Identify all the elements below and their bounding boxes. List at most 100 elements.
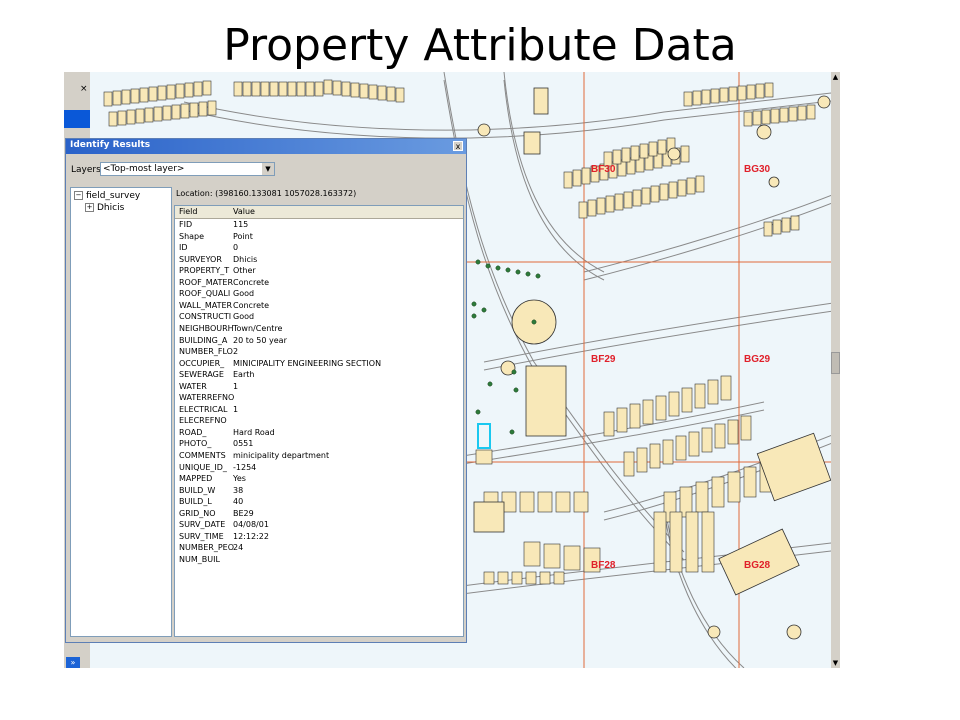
table-row[interactable]: OCCUPIER_ MINICIPALITY ENGINEERING SECTIO… — [175, 359, 463, 371]
field-value: 12:12:22 — [233, 531, 269, 541]
table-row[interactable]: ROOF_QUALI Good — [175, 289, 463, 301]
building — [642, 399, 654, 425]
building — [686, 177, 696, 195]
vertical-scrollbar[interactable]: ▲ ▼ — [831, 72, 840, 668]
close-icon[interactable]: × — [80, 84, 88, 94]
building — [543, 543, 561, 569]
table-row[interactable]: ROOF_MATER Concrete — [175, 278, 463, 290]
survey-point — [481, 307, 487, 313]
field-value: Good — [233, 312, 255, 322]
table-row[interactable]: NEIGHBOURH Town/Centre — [175, 324, 463, 336]
field-name: FID — [179, 220, 193, 229]
building — [680, 145, 690, 163]
field-name: NUMBER_FLO — [179, 347, 233, 357]
field-name: SEWERAGE — [179, 370, 224, 380]
building — [260, 81, 270, 97]
dialog-close-button[interactable]: x — [453, 141, 463, 151]
table-row[interactable]: ROAD_ Hard Road — [175, 428, 463, 440]
table-row[interactable]: WATER 1 — [175, 382, 463, 394]
expand-arrow-icon[interactable]: » — [66, 657, 80, 668]
field-name: PHOTO_ — [179, 439, 212, 449]
table-row[interactable]: ELECTRICAL 1 — [175, 405, 463, 417]
round-feature — [756, 124, 772, 140]
survey-point — [475, 409, 481, 415]
table-row[interactable]: NUMBER_FLO 2 — [175, 347, 463, 359]
tree-item-dhicis[interactable]: + Dhicis — [85, 203, 124, 213]
table-row[interactable]: SURV_DATE 04/08/01 — [175, 520, 463, 532]
building — [233, 81, 243, 97]
table-row[interactable]: WATERREFNO — [175, 393, 463, 405]
building — [681, 387, 693, 413]
table-row[interactable]: BUILDING_A 20 to 50 year — [175, 336, 463, 348]
building — [144, 107, 154, 123]
building — [587, 199, 597, 217]
building — [701, 427, 713, 453]
table-row[interactable]: SURV_TIME 12:12:22 — [175, 532, 463, 544]
layers-dropdown-value: <Top-most layer> — [103, 164, 185, 174]
building — [764, 82, 774, 98]
table-row[interactable]: WALL_MATER Concrete — [175, 301, 463, 313]
attribute-table-header: Field Value — [175, 206, 463, 219]
column-header-field[interactable]: Field — [179, 207, 197, 216]
round-feature — [477, 123, 491, 137]
field-value: minicipality department — [233, 451, 330, 460]
building — [743, 466, 757, 498]
building — [740, 415, 752, 441]
building — [779, 107, 789, 123]
table-row[interactable]: GRID_NO BE29 — [175, 509, 463, 521]
attribute-table: Field Value FID 115 Shape Point ID 0 SURVEYOR D… — [174, 205, 464, 637]
field-name: BUILD_W — [179, 485, 216, 495]
building — [781, 217, 791, 233]
field-name: MAPPED — [179, 474, 213, 484]
scroll-up-arrow-icon[interactable]: ▲ — [831, 72, 840, 82]
building — [377, 85, 387, 101]
table-row[interactable]: COMMENTS minicipality department — [175, 451, 463, 463]
table-row[interactable]: CONSTRUCTI Good — [175, 312, 463, 324]
building — [511, 571, 523, 585]
building — [727, 419, 739, 445]
building — [662, 439, 674, 465]
survey-point — [511, 369, 517, 375]
field-value: BE29 — [233, 508, 254, 518]
layers-dropdown[interactable]: <Top-most layer> ▼ — [100, 162, 275, 176]
table-row[interactable]: BUILD_L 40 — [175, 497, 463, 509]
building — [711, 476, 725, 508]
collapse-icon[interactable]: − — [74, 191, 83, 200]
building — [157, 85, 167, 101]
table-row[interactable]: ELECREFNO — [175, 416, 463, 428]
dialog-titlebar[interactable]: Identify Results x — [66, 139, 466, 154]
table-row[interactable]: MAPPED Yes — [175, 474, 463, 486]
table-row[interactable]: NUM_BUIL — [175, 555, 463, 567]
column-header-value[interactable]: Value — [233, 207, 255, 216]
table-row[interactable]: BUILD_W 38 — [175, 486, 463, 498]
building — [519, 491, 535, 513]
table-row[interactable]: Shape Point — [175, 232, 463, 244]
table-row[interactable]: SEWERAGE Earth — [175, 370, 463, 382]
survey-point — [513, 387, 519, 393]
building — [790, 215, 800, 231]
tree-item-field-survey[interactable]: − field_survey — [74, 191, 140, 201]
building — [727, 471, 741, 503]
table-row[interactable]: NUMBER_PEO 24 — [175, 543, 463, 555]
building — [103, 91, 113, 107]
table-row[interactable]: PROPERTY_T Other — [175, 266, 463, 278]
survey-point — [495, 265, 501, 271]
scroll-thumb[interactable] — [831, 352, 840, 374]
field-name: WATER — [179, 381, 207, 391]
table-row[interactable]: FID 115 — [175, 220, 463, 232]
table-row[interactable]: ID 0 — [175, 243, 463, 255]
field-name: ELECTRICAL — [179, 404, 228, 414]
chevron-down-icon[interactable]: ▼ — [262, 163, 274, 175]
table-row[interactable]: PHOTO_ 0551 — [175, 439, 463, 451]
building — [737, 85, 747, 101]
building — [655, 395, 667, 421]
building — [596, 197, 606, 215]
expand-icon[interactable]: + — [85, 203, 94, 212]
scroll-down-arrow-icon[interactable]: ▼ — [831, 658, 840, 668]
building — [175, 83, 185, 99]
survey-point — [475, 259, 481, 265]
table-row[interactable]: SURVEYOR Dhicis — [175, 255, 463, 267]
building — [251, 81, 261, 97]
table-row[interactable]: UNIQUE_ID_ -1254 — [175, 463, 463, 475]
building — [525, 571, 537, 585]
